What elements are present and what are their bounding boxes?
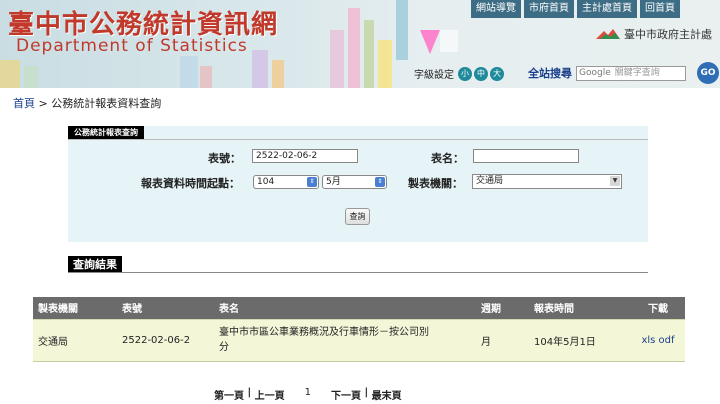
top-link-sitemap[interactable]: 網站導覽: [471, 0, 521, 18]
cell-table-no: 2522-02-06-2: [117, 318, 214, 362]
results-header-row: 製表機關 表號 表名 週期 報表時間 下載: [33, 297, 685, 319]
col-header-report-time: 報表時間: [529, 297, 631, 319]
page-current: 1: [304, 387, 311, 398]
site-subtitle: Department of Statistics: [16, 36, 248, 56]
pagination-separator: |: [361, 387, 372, 398]
year-select-value: 104: [257, 177, 275, 187]
search-brand: Google: [579, 67, 611, 78]
results-divider: [68, 272, 648, 273]
pagination: 第一頁 | 上一頁 1 下一頁 | 最末頁: [214, 387, 402, 402]
gov-logo-icon: [596, 29, 620, 39]
cell-agency: 交通局: [33, 318, 117, 362]
table-row: 交通局 2522-02-06-2 臺中市市區公車業務概況及行車情形－按公司別分 …: [33, 318, 685, 362]
font-size-controls: 字級設定 小 中 大: [414, 66, 504, 81]
query-submit-button[interactable]: 查詢: [345, 208, 370, 225]
cell-table-name: 臺中市市區公車業務概況及行車情形－按公司別分: [214, 318, 476, 362]
top-nav: 網站導覽 市府首頁 主計處首頁 回首頁: [471, 0, 680, 18]
chevron-updown-icon: ⇕: [307, 177, 317, 187]
cell-report-time: 104年5月1日: [529, 318, 631, 362]
agency-label: 製表機關：: [408, 177, 463, 190]
query-panel-divider: [68, 139, 648, 140]
top-link-home[interactable]: 回首頁: [640, 0, 680, 18]
month-select-value: 5月: [326, 177, 341, 187]
cell-period: 月: [476, 318, 529, 362]
top-link-city-home[interactable]: 市府首頁: [524, 0, 574, 18]
table-name-label: 表名：: [431, 152, 464, 165]
breadcrumb: 首頁 > 公務統計報表資料查詢: [13, 95, 161, 111]
gov-name: 臺中市政府主計處: [624, 28, 712, 41]
table-name-input[interactable]: [473, 149, 579, 163]
col-header-download: 下載: [631, 297, 685, 319]
breadcrumb-home[interactable]: 首頁: [13, 97, 35, 110]
col-header-agency: 製表機關: [33, 297, 117, 319]
cell-table-name-line1: 臺中市市區公車業務概況及行車情形－按公司別: [219, 327, 429, 338]
page-last-link[interactable]: 最末頁: [372, 387, 402, 402]
page-prev-link[interactable]: 上一頁: [255, 387, 285, 402]
breadcrumb-current: 公務統計報表資料查詢: [51, 97, 162, 110]
col-header-period: 週期: [476, 297, 529, 319]
cell-download: xls odf: [631, 318, 685, 362]
font-size-small-button[interactable]: 小: [458, 66, 472, 81]
col-header-table-name: 表名: [214, 297, 476, 319]
col-header-table-no: 表號: [117, 297, 214, 319]
results-table: 製表機關 表號 表名 週期 報表時間 下載 交通局 2522-02-06-2 臺…: [33, 297, 685, 362]
page-first-link[interactable]: 第一頁: [214, 387, 244, 402]
font-size-large-button[interactable]: 大: [490, 66, 504, 81]
period-label: 報表資料時間起點：: [141, 177, 240, 190]
agency-select-value: 交通局: [476, 176, 504, 186]
site-search-placeholder: 關鍵字查詢: [614, 67, 660, 78]
download-xls-link[interactable]: xls: [641, 335, 655, 346]
chevron-updown-icon: ⇕: [375, 177, 385, 187]
results-heading: 查詢結果: [68, 256, 122, 273]
table-no-label: 表號：: [208, 152, 241, 165]
gov-logo[interactable]: 臺中市政府主計處: [595, 26, 712, 42]
pagination-separator: |: [244, 387, 255, 398]
font-size-medium-button[interactable]: 中: [474, 66, 488, 81]
header-banner: 臺中市公務統計資訊網 Department of Statistics 網站導覽…: [0, 0, 720, 88]
query-panel: 公務統計報表查詢 表號： 2522-02-06-2 表名： 報表資料時間起點： …: [68, 126, 648, 242]
download-odf-link[interactable]: odf: [659, 335, 675, 346]
breadcrumb-separator: >: [38, 97, 48, 110]
site-search: 全站搜尋 Google 關鍵字查詢: [528, 65, 686, 81]
site-search-go-button[interactable]: GO: [697, 62, 719, 84]
query-panel-title: 公務統計報表查詢: [68, 126, 144, 140]
page-next-link[interactable]: 下一頁: [331, 387, 361, 402]
cell-table-name-line2: 分: [219, 342, 229, 353]
month-select[interactable]: 5月 ⇕: [322, 175, 387, 189]
agency-select[interactable]: 交通局 ▼: [472, 174, 622, 189]
year-select[interactable]: 104 ⇕: [253, 175, 319, 189]
table-no-input[interactable]: 2522-02-06-2: [252, 149, 358, 163]
top-link-accounting-home[interactable]: 主計處首頁: [577, 0, 637, 18]
site-search-input[interactable]: Google 關鍵字查詢: [576, 65, 686, 81]
font-size-label: 字級設定: [414, 70, 454, 81]
site-search-label: 全站搜尋: [528, 67, 572, 80]
chevron-down-icon: ▼: [610, 176, 620, 186]
